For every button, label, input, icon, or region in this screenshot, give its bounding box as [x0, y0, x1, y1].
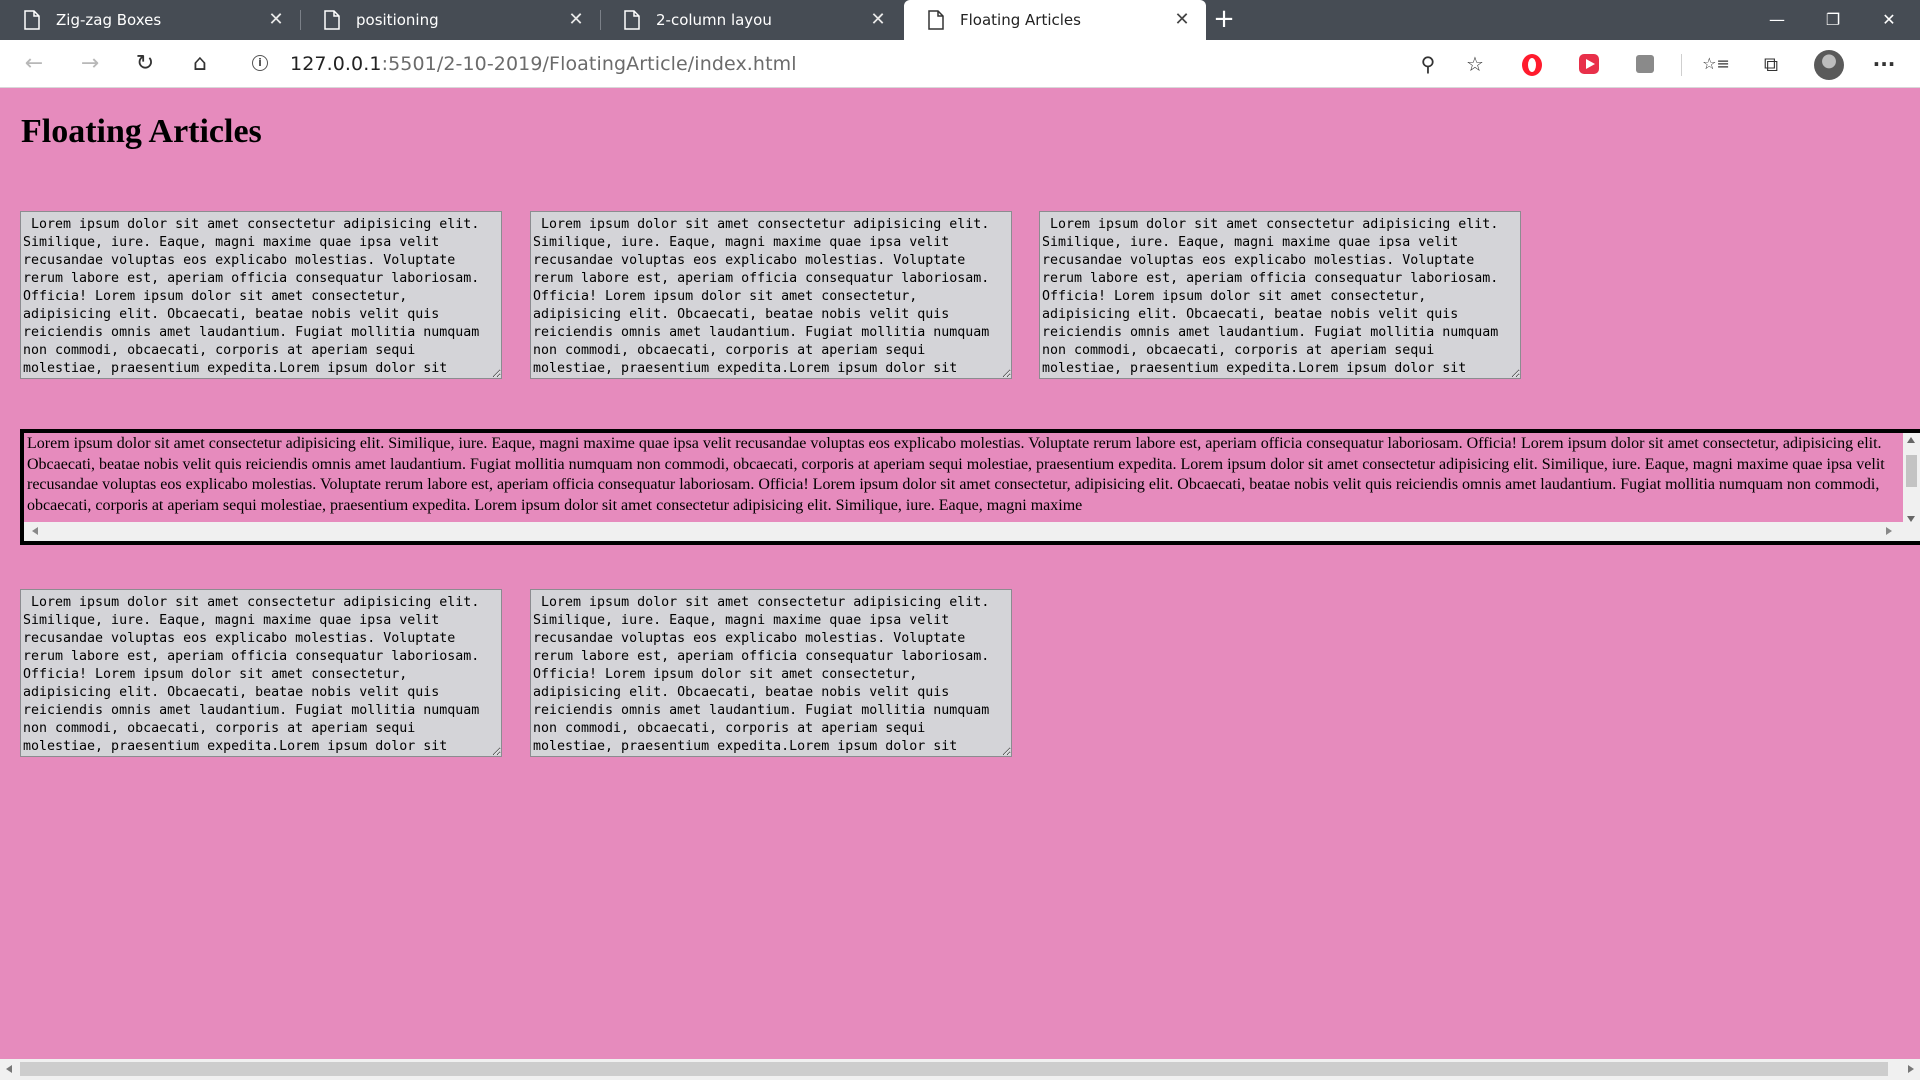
browser-titlebar: Zig-zag Boxes ✕ positioning ✕ 2-column l…: [0, 0, 1920, 40]
collections-icon[interactable]: ⧉: [1751, 44, 1791, 84]
favorites-list-icon[interactable]: ☆≡: [1696, 44, 1736, 84]
tab-zig-zag-boxes[interactable]: Zig-zag Boxes ✕: [0, 0, 300, 40]
scroll-right-arrow-icon[interactable]: [1908, 1065, 1914, 1073]
document-icon: [324, 10, 340, 30]
close-tab-icon[interactable]: ✕: [264, 0, 288, 40]
profile-avatar[interactable]: [1814, 50, 1844, 80]
back-button[interactable]: ←: [14, 44, 54, 84]
page-content: Floating Articles Lorem ipsum dolor sit …: [0, 89, 1920, 1059]
close-tab-icon[interactable]: ✕: [1170, 0, 1194, 40]
document-icon: [624, 10, 640, 30]
page-heading: Floating Articles: [21, 113, 262, 150]
scrollbar-thumb[interactable]: [1906, 455, 1917, 487]
horizontal-scrollbar[interactable]: [24, 522, 1920, 541]
tab-2-column-layout[interactable]: 2-column layou ✕: [600, 0, 902, 40]
document-icon: [24, 10, 40, 30]
toolbar-divider: [1681, 54, 1682, 76]
restore-button[interactable]: ❐: [1806, 0, 1860, 40]
scroll-up-arrow-icon[interactable]: [1907, 437, 1915, 443]
minimize-button[interactable]: —: [1750, 0, 1804, 40]
scrollbar-thumb[interactable]: [20, 1062, 1888, 1076]
address-bar[interactable]: i 127.0.0.1:5501/2-10-2019/FloatingArtic…: [236, 44, 1506, 84]
reload-button[interactable]: ↻: [125, 44, 165, 84]
home-button[interactable]: ⌂: [180, 44, 220, 84]
scroll-left-arrow-icon[interactable]: [6, 1065, 12, 1073]
article-textarea-5[interactable]: Lorem ipsum dolor sit amet consectetur a…: [530, 589, 1012, 757]
extension-icon[interactable]: [1636, 55, 1654, 73]
article-textarea-4[interactable]: Lorem ipsum dolor sit amet consectetur a…: [20, 589, 502, 757]
browser-toolbar: ← → ↻ ⌂ i 127.0.0.1:5501/2-10-2019/Float…: [0, 40, 1920, 88]
tab-label: 2-column layou: [656, 11, 772, 29]
media-extension-icon[interactable]: [1579, 54, 1599, 74]
page-horizontal-scrollbar[interactable]: [0, 1059, 1920, 1080]
opera-extension-icon[interactable]: [1522, 54, 1542, 76]
scroll-right-arrow-icon[interactable]: [1886, 527, 1892, 535]
tab-label: Zig-zag Boxes: [56, 11, 162, 29]
close-tab-icon[interactable]: ✕: [866, 0, 890, 40]
tab-label: Floating Articles: [960, 11, 1081, 29]
close-window-button[interactable]: ✕: [1862, 0, 1916, 40]
more-menu-icon[interactable]: ···: [1864, 44, 1904, 84]
article-textarea-1[interactable]: Lorem ipsum dolor sit amet consectetur a…: [20, 211, 502, 379]
forward-button[interactable]: →: [70, 44, 110, 84]
vertical-scrollbar[interactable]: [1903, 433, 1920, 526]
tab-floating-articles[interactable]: Floating Articles ✕: [904, 0, 1206, 40]
document-icon: [928, 10, 944, 30]
url-path: :5501/2-10-2019/FloatingArticle/index.ht…: [381, 53, 797, 75]
close-tab-icon[interactable]: ✕: [564, 0, 588, 40]
url-text[interactable]: 127.0.0.1:5501/2-10-2019/FloatingArticle…: [290, 44, 797, 84]
wide-article-box[interactable]: Lorem ipsum dolor sit amet consectetur a…: [20, 429, 1920, 545]
url-host: 127.0.0.1: [290, 53, 382, 75]
new-tab-button[interactable]: +: [1210, 0, 1238, 40]
article-textarea-2[interactable]: Lorem ipsum dolor sit amet consectetur a…: [530, 211, 1012, 379]
site-info-icon[interactable]: i: [252, 55, 268, 71]
tab-positioning[interactable]: positioning ✕: [300, 0, 600, 40]
zoom-icon[interactable]: ⚲: [1408, 44, 1448, 84]
article-textarea-3[interactable]: Lorem ipsum dolor sit amet consectetur a…: [1039, 211, 1521, 379]
favorite-star-icon[interactable]: ☆: [1455, 44, 1495, 84]
scroll-left-arrow-icon[interactable]: [32, 527, 38, 535]
wide-article-text: Lorem ipsum dolor sit amet consectetur a…: [27, 435, 1885, 514]
tab-label: positioning: [356, 11, 439, 29]
